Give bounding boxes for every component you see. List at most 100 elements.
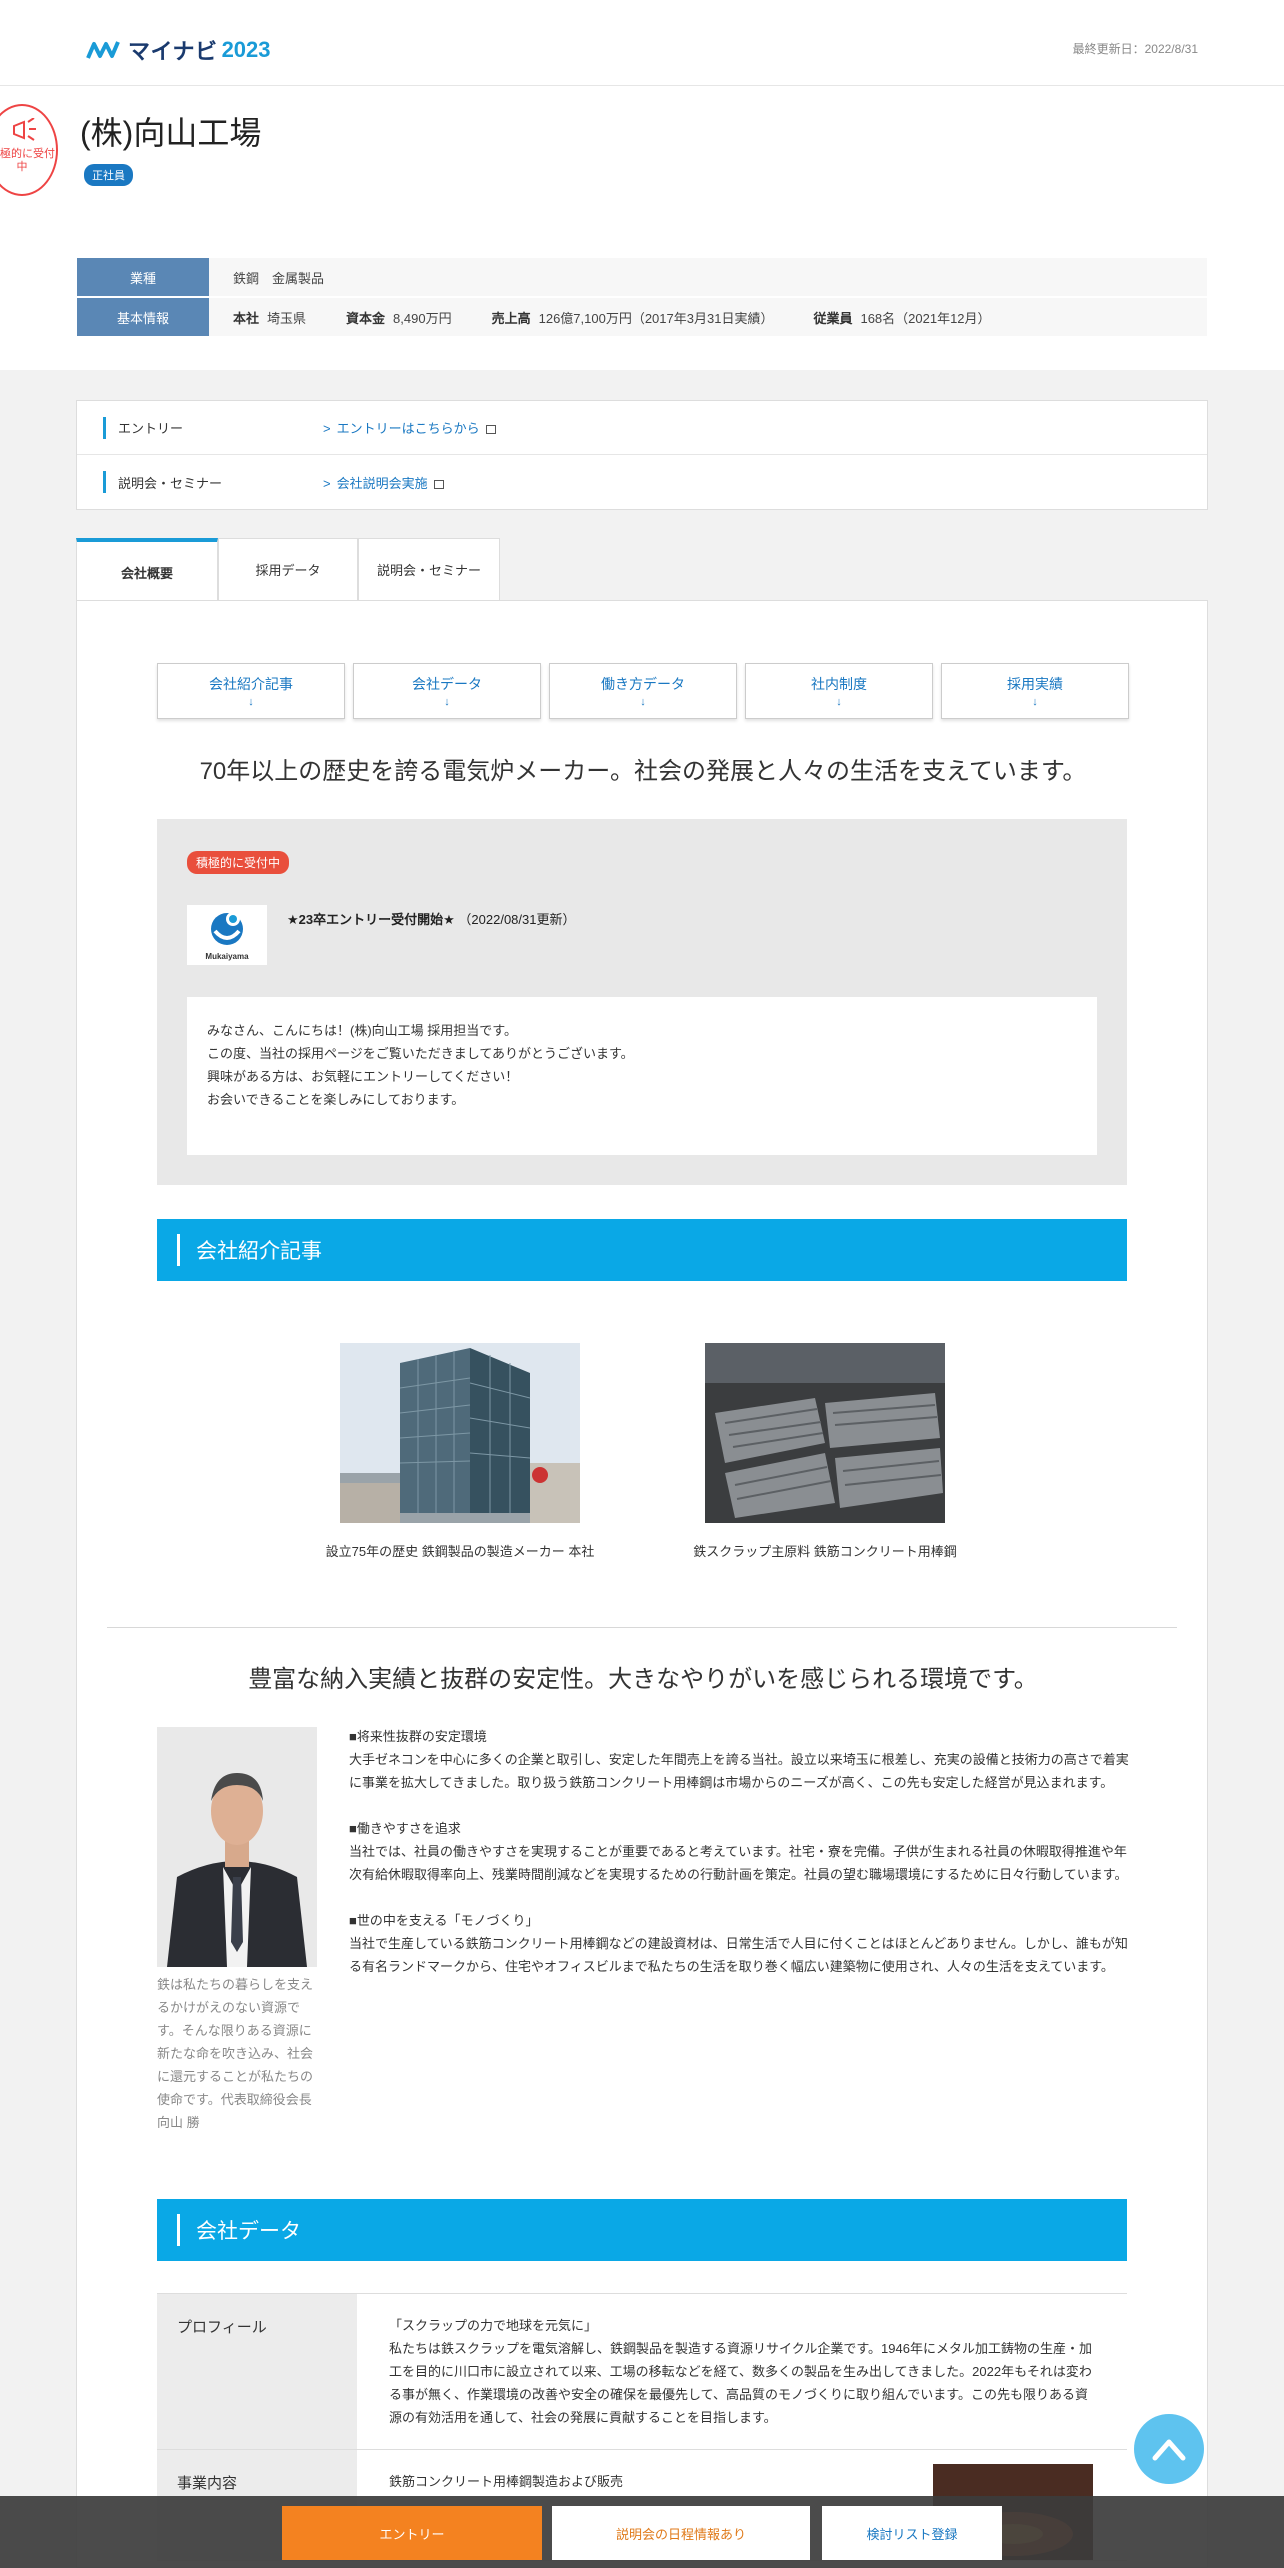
section-title: 会社データ: [196, 2220, 301, 2243]
entry-box: エントリー > エントリーはこちらから 説明会・セミナー > 会社説明会実施: [76, 400, 1208, 510]
active-recruiting-badge: 積極的に受付中: [0, 104, 58, 196]
message-title-text: ★23卒エントリー受付開始★: [287, 912, 455, 927]
external-link-icon: [485, 425, 496, 435]
subnav-label: 採用実績: [1007, 676, 1063, 692]
feature-heading: ■働きやすさを追求: [349, 1821, 461, 1836]
profile-line: 私たちは鉄スクラップを電気溶解し、鉄鋼製品を製造する資源リサイクル企業です。19…: [389, 2341, 1092, 2425]
subnav-company-data[interactable]: 会社データ ↓: [353, 663, 541, 719]
section-header-bar: [177, 2214, 180, 2246]
subnav-internal-system[interactable]: 社内制度 ↓: [745, 663, 933, 719]
seminar-schedule-button[interactable]: 説明会の日程情報あり: [552, 2506, 810, 2560]
section-header-intro: 会社紹介記事: [157, 1219, 1127, 1281]
message-line: お会いできることを楽しみにしております。: [207, 1092, 465, 1107]
section-title: 会社紹介記事: [196, 1240, 322, 1263]
feature-body: 大手ゼネコンを中心に多くの企業と取引し、安定した年間売上を誇る当社。設立以来埼玉…: [349, 1752, 1129, 1790]
subnav-label: 会社データ: [412, 676, 482, 692]
capital-value: 8,490万円: [393, 310, 452, 326]
content-panel: 会社紹介記事 ↓ 会社データ ↓ 働き方データ ↓ 社内制度 ↓ 採用実績 ↓ 70年以上…: [76, 600, 1208, 2568]
down-arrow-icon: ↓: [836, 696, 842, 708]
bottom-action-bar: エントリー 説明会の日程情報あり 検討リスト登録: [0, 2496, 1284, 2568]
feature-block: ■将来性抜群の安定環境大手ゼネコンを中心に多くの企業と取引し、安定した年間売上を…: [349, 1725, 1129, 1794]
message-line: この度、当社の採用ページをご覧いただきましてありがとうございます。: [207, 1046, 634, 1061]
photo-caption-1: 設立75年の歴史 鉄鋼製品の製造メーカー 本社: [325, 1544, 595, 1559]
staff-label: 従業員: [813, 310, 853, 326]
company-info-table: 業種 鉄鋼 金属製品 基本情報 本社 埼玉県 資本金 8,490万円 売上高 126億…: [77, 258, 1207, 338]
staff-value: 168名（2021年12月）: [860, 310, 991, 326]
subnav-intro-articles[interactable]: 会社紹介記事 ↓: [157, 663, 345, 719]
entry-link[interactable]: > エントリーはこちらから: [323, 418, 496, 437]
mukaiyama-logo-icon: Mukaiyama: [205, 912, 249, 961]
logo-year: 2023: [221, 37, 271, 62]
profile-label: プロフィール: [157, 2294, 357, 2449]
steel-bars-photo: [705, 1343, 945, 1523]
add-to-list-button[interactable]: 検討リスト登録: [822, 2506, 1002, 2560]
message-body: みなさん、こんにちは！(株)向山工場 採用担当です。 この度、当社の採用ページを…: [187, 997, 1097, 1155]
logo-text: マイナビ: [128, 39, 218, 64]
external-link-icon: [433, 479, 444, 489]
seminar-link-text: 会社説明会実施: [336, 475, 428, 491]
president-photo: [157, 1727, 317, 1967]
mynavi-logo-icon: [86, 41, 120, 59]
entry-label: エントリー: [103, 416, 323, 439]
entry-button[interactable]: エントリー: [282, 2506, 542, 2560]
profile-line: 「スクラップの力で地球を元気に」: [389, 2318, 598, 2333]
company-name: (株)向山工場: [80, 115, 262, 151]
down-arrow-icon: ↓: [1032, 696, 1038, 708]
basic-info-label: 基本情報: [77, 298, 209, 336]
chevron-up-icon: [1152, 2439, 1186, 2461]
subnav-workstyle-data[interactable]: 働き方データ ↓: [549, 663, 737, 719]
section-subnav: 会社紹介記事 ↓ 会社データ ↓ 働き方データ ↓ 社内制度 ↓ 採用実績 ↓: [157, 663, 1137, 719]
megaphone-icon: [13, 118, 36, 141]
subnav-label: 社内制度: [811, 676, 867, 692]
tab-company-overview[interactable]: 会社概要: [76, 538, 218, 602]
photo-caption-2: 鉄スクラップ主原料 鉄筋コンクリート用棒鋼: [693, 1544, 957, 1559]
down-arrow-icon: ↓: [640, 696, 646, 708]
subnav-hiring-results[interactable]: 採用実績 ↓: [941, 663, 1129, 719]
catch-copy-1: 70年以上の歴史を誇る電気炉メーカー。社会の発展と人々の生活を支えています。: [199, 758, 1087, 785]
entry-row: エントリー > エントリーはこちらから: [77, 401, 1207, 455]
feature-heading: ■世の中を支える「モノづくり」: [349, 1913, 539, 1928]
catch-copy-2: 豊富な納入実績と抜群の安定性。大きなやりがいを感じられる環境です。: [248, 1666, 1038, 1693]
feature-body: 当社で生産している鉄筋コンクリート用棒鋼などの建設資材は、日常生活で人目に付くこ…: [349, 1936, 1128, 1974]
down-arrow-icon: ↓: [248, 696, 254, 708]
building-image: [340, 1343, 580, 1523]
seminar-link[interactable]: > 会社説明会実施: [323, 473, 444, 492]
back-to-top-button[interactable]: [1134, 2414, 1204, 2484]
subnav-label: 会社紹介記事: [209, 676, 293, 692]
message-line: みなさん、こんにちは！(株)向山工場 採用担当です。: [207, 1023, 517, 1038]
entry-link-text: エントリーはこちらから: [336, 421, 480, 436]
employment-type-tag: 正社員: [84, 164, 133, 186]
recruit-message-box: 積極的に受付中 Mukaiyama ★23卒エントリー受付開始★ （2022/0…: [157, 819, 1127, 1185]
last-updated: 最終更新日：2022/8/31: [1072, 42, 1198, 56]
sales-value: 126億7,100万円（2017年3月31日実績）: [538, 310, 774, 326]
chevron-right-icon: >: [323, 421, 331, 436]
profile-row: プロフィール 「スクラップの力で地球を元気に」 私たちは鉄スクラップを電気溶解し…: [157, 2294, 1127, 2450]
mynavi-logo[interactable]: マイナビ 2023: [86, 34, 271, 66]
seminar-row: 説明会・セミナー > 会社説明会実施: [77, 455, 1207, 509]
capital-label: 資本金: [346, 310, 386, 326]
industry-value: 鉄鋼 金属製品: [209, 258, 1207, 296]
tab-bar: 会社概要 採用データ 説明会・セミナー: [76, 538, 500, 602]
feature-block: ■働きやすさを追求当社では、社員の働きやすさを実現することが重要であると考えてい…: [349, 1817, 1129, 1886]
company-header: 積極的に受付中 (株)向山工場 正社員 業種 鉄鋼 金属製品 基本情報 本社埼玉…: [0, 86, 1284, 370]
basic-info-value: 本社 埼玉県 資本金 8,490万円 売上高 126億7,100万円（2017年3月3…: [209, 298, 1207, 336]
tab-recruit-data[interactable]: 採用データ: [218, 538, 358, 600]
feature-body: 当社では、社員の働きやすさを実現することが重要であると考えています。社宅・寮を完…: [349, 1844, 1128, 1882]
section-header-company-data: 会社データ: [157, 2199, 1127, 2261]
profile-value: 「スクラップの力で地球を元気に」 私たちは鉄スクラップを電気溶解し、鉄鋼製品を製…: [357, 2294, 1127, 2449]
headquarters-photo: [340, 1343, 580, 1523]
message-title: ★23卒エントリー受付開始★ （2022/08/31更新）: [287, 909, 575, 928]
hq-value: 埼玉県: [267, 310, 307, 326]
logo-caption: Mukaiyama: [205, 952, 249, 961]
section-divider: [107, 1627, 1177, 1628]
tab-seminar[interactable]: 説明会・セミナー: [358, 538, 500, 600]
industry-row: 業種 鉄鋼 金属製品: [77, 258, 1207, 296]
feature-text: ■将来性抜群の安定環境大手ゼネコンを中心に多くの企業と取引し、安定した年間売上を…: [349, 1725, 1129, 2001]
feature-heading: ■将来性抜群の安定環境: [349, 1729, 487, 1744]
industry-label: 業種: [77, 258, 209, 296]
top-header: マイナビ 2023 最終更新日：2022/8/31: [0, 0, 1284, 86]
chevron-right-icon: >: [323, 475, 331, 491]
active-recruiting-tag: 積極的に受付中: [187, 851, 290, 874]
steel-image: [705, 1343, 945, 1523]
section-header-bar: [177, 1234, 180, 1266]
